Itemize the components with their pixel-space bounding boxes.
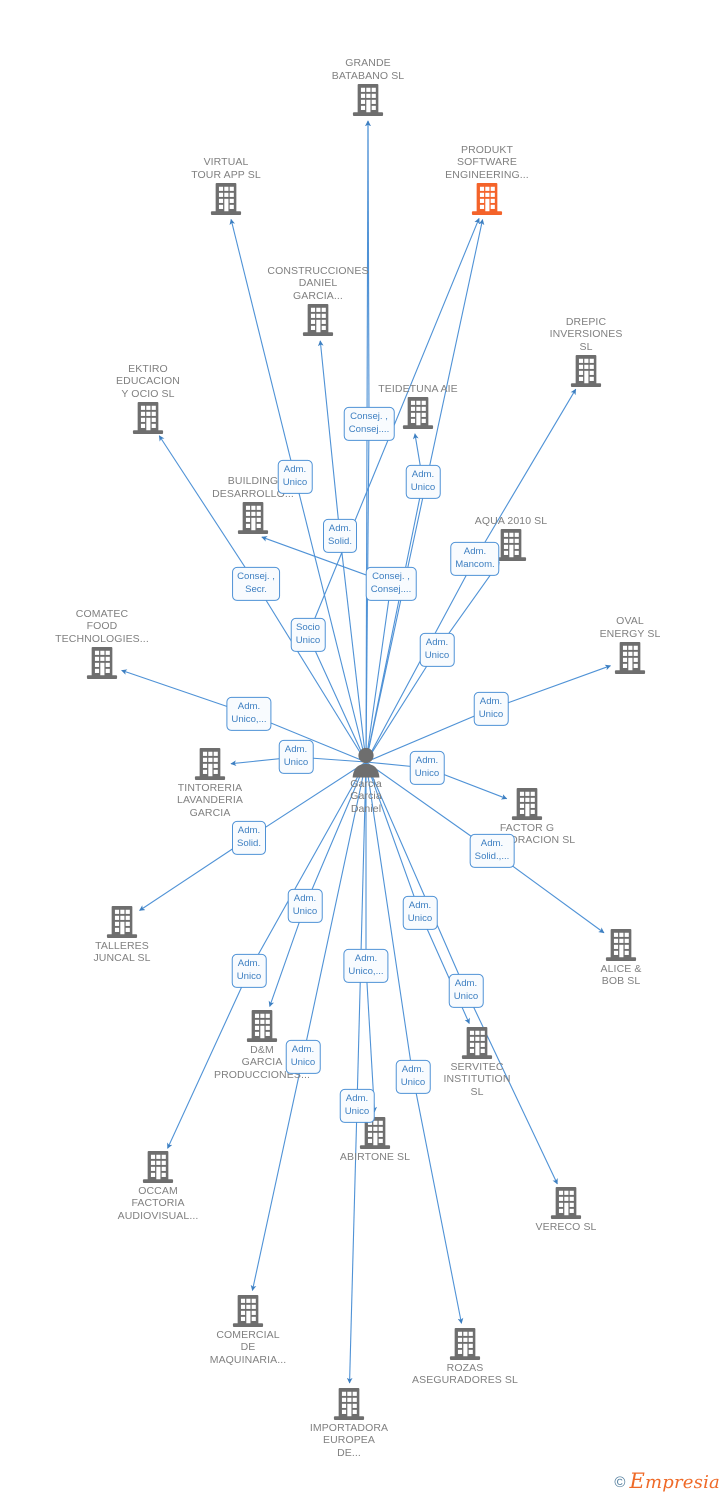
graph-node-center[interactable]: Garcia Garcia Daniel [286, 746, 446, 816]
building-icon [447, 787, 607, 821]
graph-node[interactable]: TALLERES JUNCAL SL [42, 905, 202, 965]
graph-node[interactable]: TINTORERIA LAVANDERIA GARCIA [130, 747, 290, 819]
building-icon [168, 1294, 328, 1328]
building-icon [295, 1116, 455, 1150]
graph-node-label: DREPIC INVERSIONES SL [549, 315, 623, 353]
graph-node-label: PRODUKT SOFTWARE ENGINEERING... [445, 143, 529, 181]
edge-role-label[interactable]: Adm. Solid. [323, 518, 357, 554]
graph-node-label: EKTIRO EDUCACION Y OCIO SL [116, 362, 180, 400]
graph-node[interactable]: VIRTUAL TOUR APP SL [146, 156, 306, 216]
graph-node-label: COMATEC FOOD TECHNOLOGIES... [55, 607, 149, 645]
edge-role-label[interactable]: Adm. Mancom. [450, 541, 500, 577]
graph-node-label: ALICE & BOB SL [600, 963, 642, 988]
edge-role-label[interactable]: Adm. Unico [231, 953, 267, 989]
edge-role-label[interactable]: Adm. Solid.,... [469, 833, 515, 869]
graph-node[interactable]: COMATEC FOOD TECHNOLOGIES... [22, 608, 182, 680]
building-icon [269, 1387, 429, 1421]
graph-node[interactable]: ABIRTONE SL [295, 1116, 455, 1163]
copyright-icon: © [614, 1473, 626, 1491]
graph-node[interactable]: DREPIC INVERSIONES SL [506, 316, 666, 388]
edge-role-label[interactable]: Consej. , Consej.... [343, 406, 395, 442]
edge-role-label[interactable]: Adm. Unico,... [343, 948, 389, 984]
edge-role-label[interactable]: Socio Unico [290, 617, 326, 653]
graph-node-label: VERECO SL [535, 1221, 597, 1233]
edge-role-label[interactable]: Adm. Unico [405, 464, 441, 500]
edge-role-label[interactable]: Adm. Unico [402, 895, 438, 931]
graph-node[interactable]: COMERCIAL DE MAQUINARIA... [168, 1294, 328, 1366]
graph-node-label: GRANDE BATABANO SL [331, 57, 405, 82]
building-icon [173, 501, 333, 535]
building-icon [238, 303, 398, 337]
edge-role-label[interactable]: Consej. , Consej.... [365, 566, 417, 602]
edge-role-label[interactable]: Adm. Unico,... [226, 696, 272, 732]
graph-node-label: Garcia Garcia Daniel [350, 778, 382, 815]
graph-node[interactable]: ROZAS ASEGURADORES SL [385, 1327, 545, 1387]
edge-role-label[interactable]: Adm. Unico [339, 1088, 375, 1124]
building-icon [288, 83, 448, 117]
building-icon [42, 905, 202, 939]
empresia-logo-initial: E [629, 1469, 646, 1493]
edge-role-label[interactable]: Adm. Unico [277, 459, 313, 495]
edge-role-label[interactable]: Adm. Unico [285, 1039, 321, 1075]
graph-node-label: OVAL ENERGY SL [599, 615, 661, 640]
building-icon [397, 1026, 557, 1060]
edge-role-label[interactable]: Adm. Unico [287, 888, 323, 924]
graph-node-label: CONSTRUCCIONES DANIEL GARCIA... [267, 264, 369, 302]
graph-node[interactable]: EKTIRO EDUCACION Y OCIO SL [68, 363, 228, 435]
building-icon [68, 401, 228, 435]
network-graph-canvas: Garcia Garcia Daniel GRANDE BATABANO SL PR… [0, 0, 728, 1500]
graph-node-label: ROZAS ASEGURADORES SL [412, 1362, 518, 1387]
empresia-logo-rest: mpresia [645, 1472, 720, 1493]
building-icon [541, 928, 701, 962]
edge-role-label[interactable]: Adm. Solid. [232, 820, 266, 856]
graph-node[interactable]: OVAL ENERGY SL [550, 615, 710, 675]
graph-node[interactable]: OCCAM FACTORIA AUDIOVISUAL... [78, 1150, 238, 1222]
edge-role-label[interactable]: Adm. Unico [473, 691, 509, 727]
edge-role-label[interactable]: Adm. Unico [448, 973, 484, 1009]
empresia-logo: Empresia [629, 1469, 720, 1493]
graph-node[interactable]: GRANDE BATABANO SL [288, 57, 448, 117]
edge-role-label[interactable]: Adm. Unico [395, 1059, 431, 1095]
graph-node-label: ABIRTONE SL [339, 1151, 411, 1163]
graph-node-label: COMERCIAL DE MAQUINARIA... [209, 1329, 287, 1366]
graph-node-label: TALLERES JUNCAL SL [93, 940, 151, 965]
building-icon [22, 646, 182, 680]
graph-node[interactable]: PRODUKT SOFTWARE ENGINEERING... [407, 144, 567, 216]
building-icon [407, 182, 567, 216]
building-icon [385, 1327, 545, 1361]
graph-node[interactable]: VERECO SL [486, 1186, 646, 1233]
graph-node-label: AQUA 2010 SL [474, 514, 548, 527]
graph-node-label: TEIDETUNA AIE [378, 382, 458, 395]
person-icon [286, 746, 446, 778]
graph-node[interactable]: ALICE & BOB SL [541, 928, 701, 988]
graph-node-label: IMPORTADORA EUROPEA DE... [309, 1422, 389, 1459]
building-icon [506, 354, 666, 388]
graph-node[interactable]: CONSTRUCCIONES DANIEL GARCIA... [238, 265, 398, 337]
building-icon [130, 747, 290, 781]
building-icon [146, 182, 306, 216]
watermark: © Empresia [614, 1469, 720, 1493]
graph-node[interactable]: IMPORTADORA EUROPEA DE... [269, 1387, 429, 1459]
building-icon [78, 1150, 238, 1184]
building-icon [550, 641, 710, 675]
edge-role-label[interactable]: Adm. Unico [419, 632, 455, 668]
graph-node-label: TINTORERIA LAVANDERIA GARCIA [177, 782, 243, 819]
building-icon [486, 1186, 646, 1220]
graph-node-label: VIRTUAL TOUR APP SL [191, 156, 261, 181]
edge-role-label[interactable]: Consej. , Secr. [232, 566, 280, 602]
graph-node-label: OCCAM FACTORIA AUDIOVISUAL... [117, 1185, 199, 1222]
building-icon [182, 1009, 342, 1043]
